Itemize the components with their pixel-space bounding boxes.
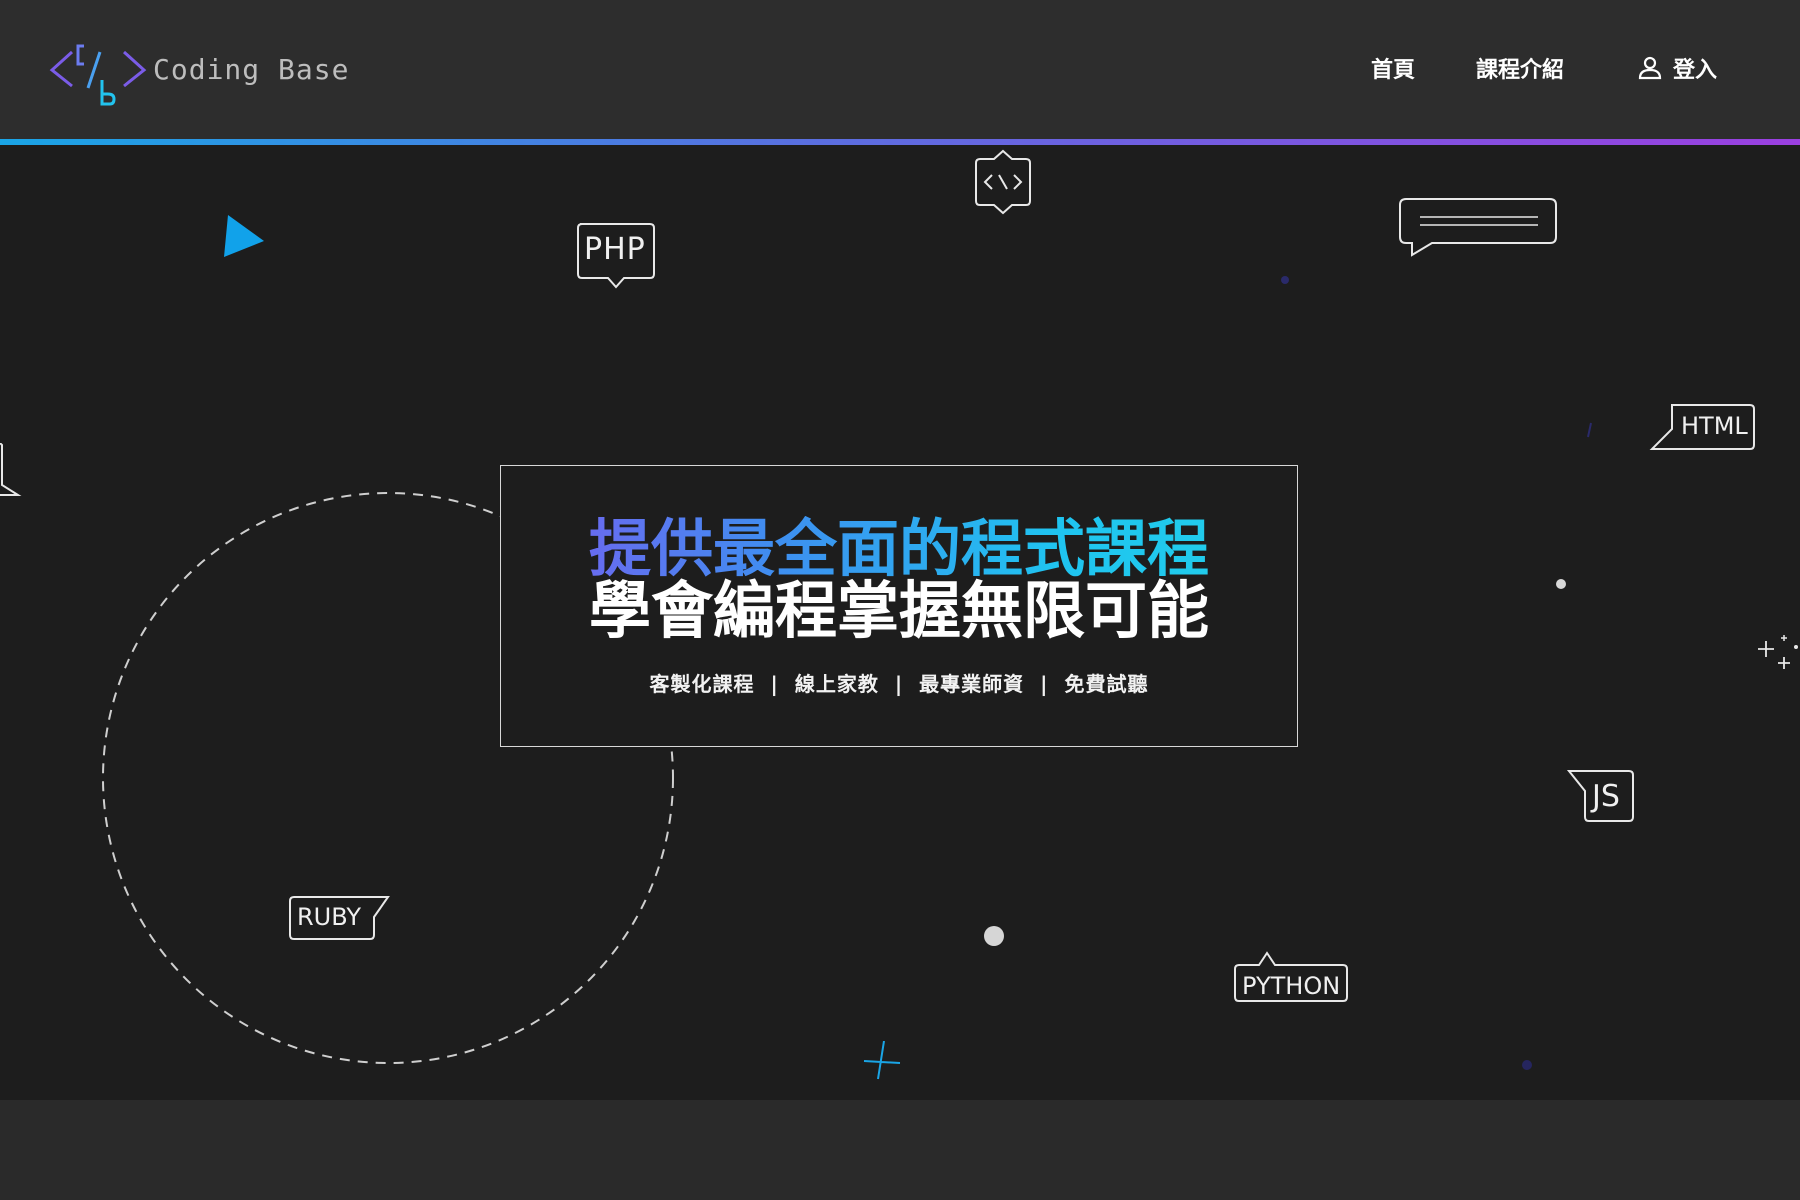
php-tag-label: PHP <box>584 232 646 267</box>
page-bottom-band <box>0 1100 1800 1200</box>
hero-headline-primary: 提供最全面的程式課程 <box>501 516 1297 582</box>
site-header: Coding Base 首頁 課程介紹 登入 <box>0 0 1800 140</box>
large-dot-decoration <box>984 926 1004 946</box>
feature-pro-teachers: 最專業師資 <box>919 672 1025 696</box>
faint-speck-decoration <box>1587 422 1592 438</box>
sparkle-decoration <box>1758 635 1798 669</box>
feature-custom-courses: 客製化課程 <box>649 672 755 696</box>
faint-speck-decoration <box>1522 1060 1532 1070</box>
hero-headline-box: 提供最全面的程式課程 學會編程掌握無限可能 客製化課程 | 線上家教 | 最專業師資 | 免… <box>500 465 1298 747</box>
python-tag: PYTHON <box>1233 951 1351 1007</box>
feature-separator: | <box>770 672 779 696</box>
play-triangle-decoration <box>224 215 264 257</box>
code-hexagon-icon <box>975 149 1031 215</box>
small-dot-decoration <box>1556 579 1566 589</box>
partial-bracket-decoration <box>0 443 22 496</box>
hero-section: PHP HTML JS RUBY PYTHON 提供最全面的程式課程 學會編程掌… <box>0 145 1800 1100</box>
brand-name[interactable]: Coding Base <box>153 53 349 86</box>
feature-free-trial: 免費試聽 <box>1064 672 1149 696</box>
faint-speck-decoration <box>1281 276 1289 284</box>
user-icon <box>1638 56 1662 80</box>
nav-home[interactable]: 首頁 <box>1371 52 1415 84</box>
hero-headline-secondary: 學會編程掌握無限可能 <box>588 574 1209 647</box>
nav-courses[interactable]: 課程介紹 <box>1476 52 1564 84</box>
ruby-tag-label: RUBY <box>297 903 362 931</box>
nav-login-label: 登入 <box>1673 58 1718 83</box>
js-tag-label: JS <box>1592 779 1620 814</box>
feature-separator: | <box>1040 672 1049 696</box>
ruby-tag: RUBY <box>288 895 390 945</box>
hero-features: 客製化課程 | 線上家教 | 最專業師資 | 免費試聽 <box>501 668 1297 697</box>
coding-base-logo[interactable] <box>48 30 148 110</box>
python-tag-label: PYTHON <box>1242 972 1341 1000</box>
js-tag: JS <box>1566 769 1637 825</box>
blue-cross-decoration <box>863 1041 901 1080</box>
html-tag-label: HTML <box>1681 412 1748 440</box>
php-tag: PHP <box>576 222 656 294</box>
feature-online-tutoring: 線上家教 <box>794 672 879 696</box>
feature-separator: | <box>894 672 904 696</box>
html-tag: HTML <box>1649 403 1756 455</box>
chat-bubble-decoration <box>1399 198 1557 257</box>
nav-login[interactable]: 登入 <box>1637 52 1717 84</box>
